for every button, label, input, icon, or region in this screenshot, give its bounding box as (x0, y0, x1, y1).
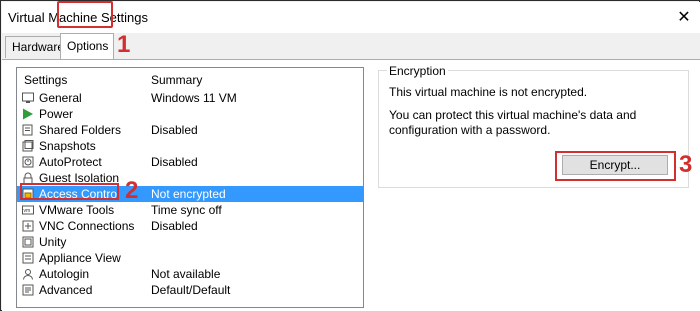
list-item-advanced[interactable]: Advanced Default/Default (17, 282, 363, 298)
list-item-label: Power (39, 107, 74, 121)
tab-options[interactable]: Options (60, 33, 114, 59)
list-item-access-control[interactable]: Access Control Not encrypted (17, 186, 363, 202)
list-item-label: Access Control (39, 187, 120, 201)
list-item-summary: Disabled (151, 123, 198, 137)
list-item-power[interactable]: Power (17, 106, 363, 122)
list-item-label: Snapshots (39, 139, 96, 153)
list-item-summary: Time sync off (151, 203, 222, 217)
clock-icon (22, 156, 34, 168)
vm-icon: vm (22, 205, 34, 215)
tab-content: Settings Summary General Windows 11 VM P… (2, 59, 700, 311)
list-item-label: Advanced (39, 283, 93, 297)
svg-text:vm: vm (24, 208, 31, 214)
list-item-label: Unity (39, 235, 67, 249)
step-1-annotation: 1 (117, 31, 131, 58)
list-item-summary: Disabled (151, 155, 198, 169)
lock-icon (23, 172, 33, 184)
list-item-appliance-view[interactable]: Appliance View (17, 250, 363, 266)
encrypt-button[interactable]: Encrypt... (562, 155, 668, 175)
list-item-summary: Disabled (151, 219, 198, 233)
settings-column-header: Settings (24, 73, 68, 87)
encryption-group-title: Encryption (387, 64, 448, 78)
list-item-summary: Default/Default (151, 283, 231, 297)
list-item-vnc-connections[interactable]: VNC Connections Disabled (17, 218, 363, 234)
list-item-label: Appliance View (39, 251, 121, 265)
list-item-label: AutoProtect (39, 155, 102, 169)
list-item-label: Autologin (39, 267, 90, 281)
list-item-label: Guest Isolation (39, 171, 120, 185)
list-item-summary: Not available (151, 267, 221, 281)
list-item-label: VNC Connections (39, 219, 135, 233)
step-2-annotation: 2 (125, 177, 139, 204)
appliance-icon (22, 252, 34, 264)
folder-icon (22, 124, 33, 136)
play-icon (23, 108, 33, 120)
summary-column-header: Summary (151, 73, 203, 87)
encryption-status-text: This virtual machine is not encrypted. (389, 85, 588, 99)
list-item-autologin[interactable]: Autologin Not available (17, 266, 363, 282)
list-item-shared-folders[interactable]: Shared Folders Disabled (17, 122, 363, 138)
list-item-unity[interactable]: Unity (17, 234, 363, 250)
title-bar: Virtual Machine Settings ✕ (2, 2, 700, 33)
settings-list: Settings Summary General Windows 11 VM P… (16, 67, 364, 308)
list-item-snapshots[interactable]: Snapshots (17, 138, 363, 154)
close-icon[interactable]: ✕ (674, 8, 694, 28)
list-item-guest-isolation[interactable]: Guest Isolation (17, 170, 363, 186)
advanced-icon (22, 284, 34, 296)
list-item-label: VMware Tools (39, 203, 115, 217)
list-item-general[interactable]: General Windows 11 VM (17, 90, 363, 106)
tab-hardware[interactable]: Hardware (5, 36, 64, 58)
list-item-label: Shared Folders (39, 123, 122, 137)
list-item-label: General (39, 91, 82, 105)
unity-icon (22, 236, 34, 248)
network-icon (22, 220, 34, 232)
key-icon (22, 188, 34, 200)
user-icon (23, 269, 33, 280)
monitor-icon (22, 92, 34, 103)
encryption-description-text: You can protect this virtual machine's d… (389, 108, 637, 137)
list-item-vmware-tools[interactable]: vm VMware Tools Time sync off (17, 202, 363, 218)
step-3-annotation: 3 (679, 151, 693, 178)
list-item-autoprotect[interactable]: AutoProtect Disabled (17, 154, 363, 170)
camera-icon (22, 140, 34, 152)
list-item-summary: Not encrypted (151, 187, 226, 201)
list-item-summary: Windows 11 VM (151, 91, 237, 105)
tab-strip: Hardware Options (2, 33, 700, 59)
dialog-window: Virtual Machine Settings ✕ Hardware Opti… (0, 0, 700, 311)
window-title: Virtual Machine Settings (8, 10, 148, 25)
